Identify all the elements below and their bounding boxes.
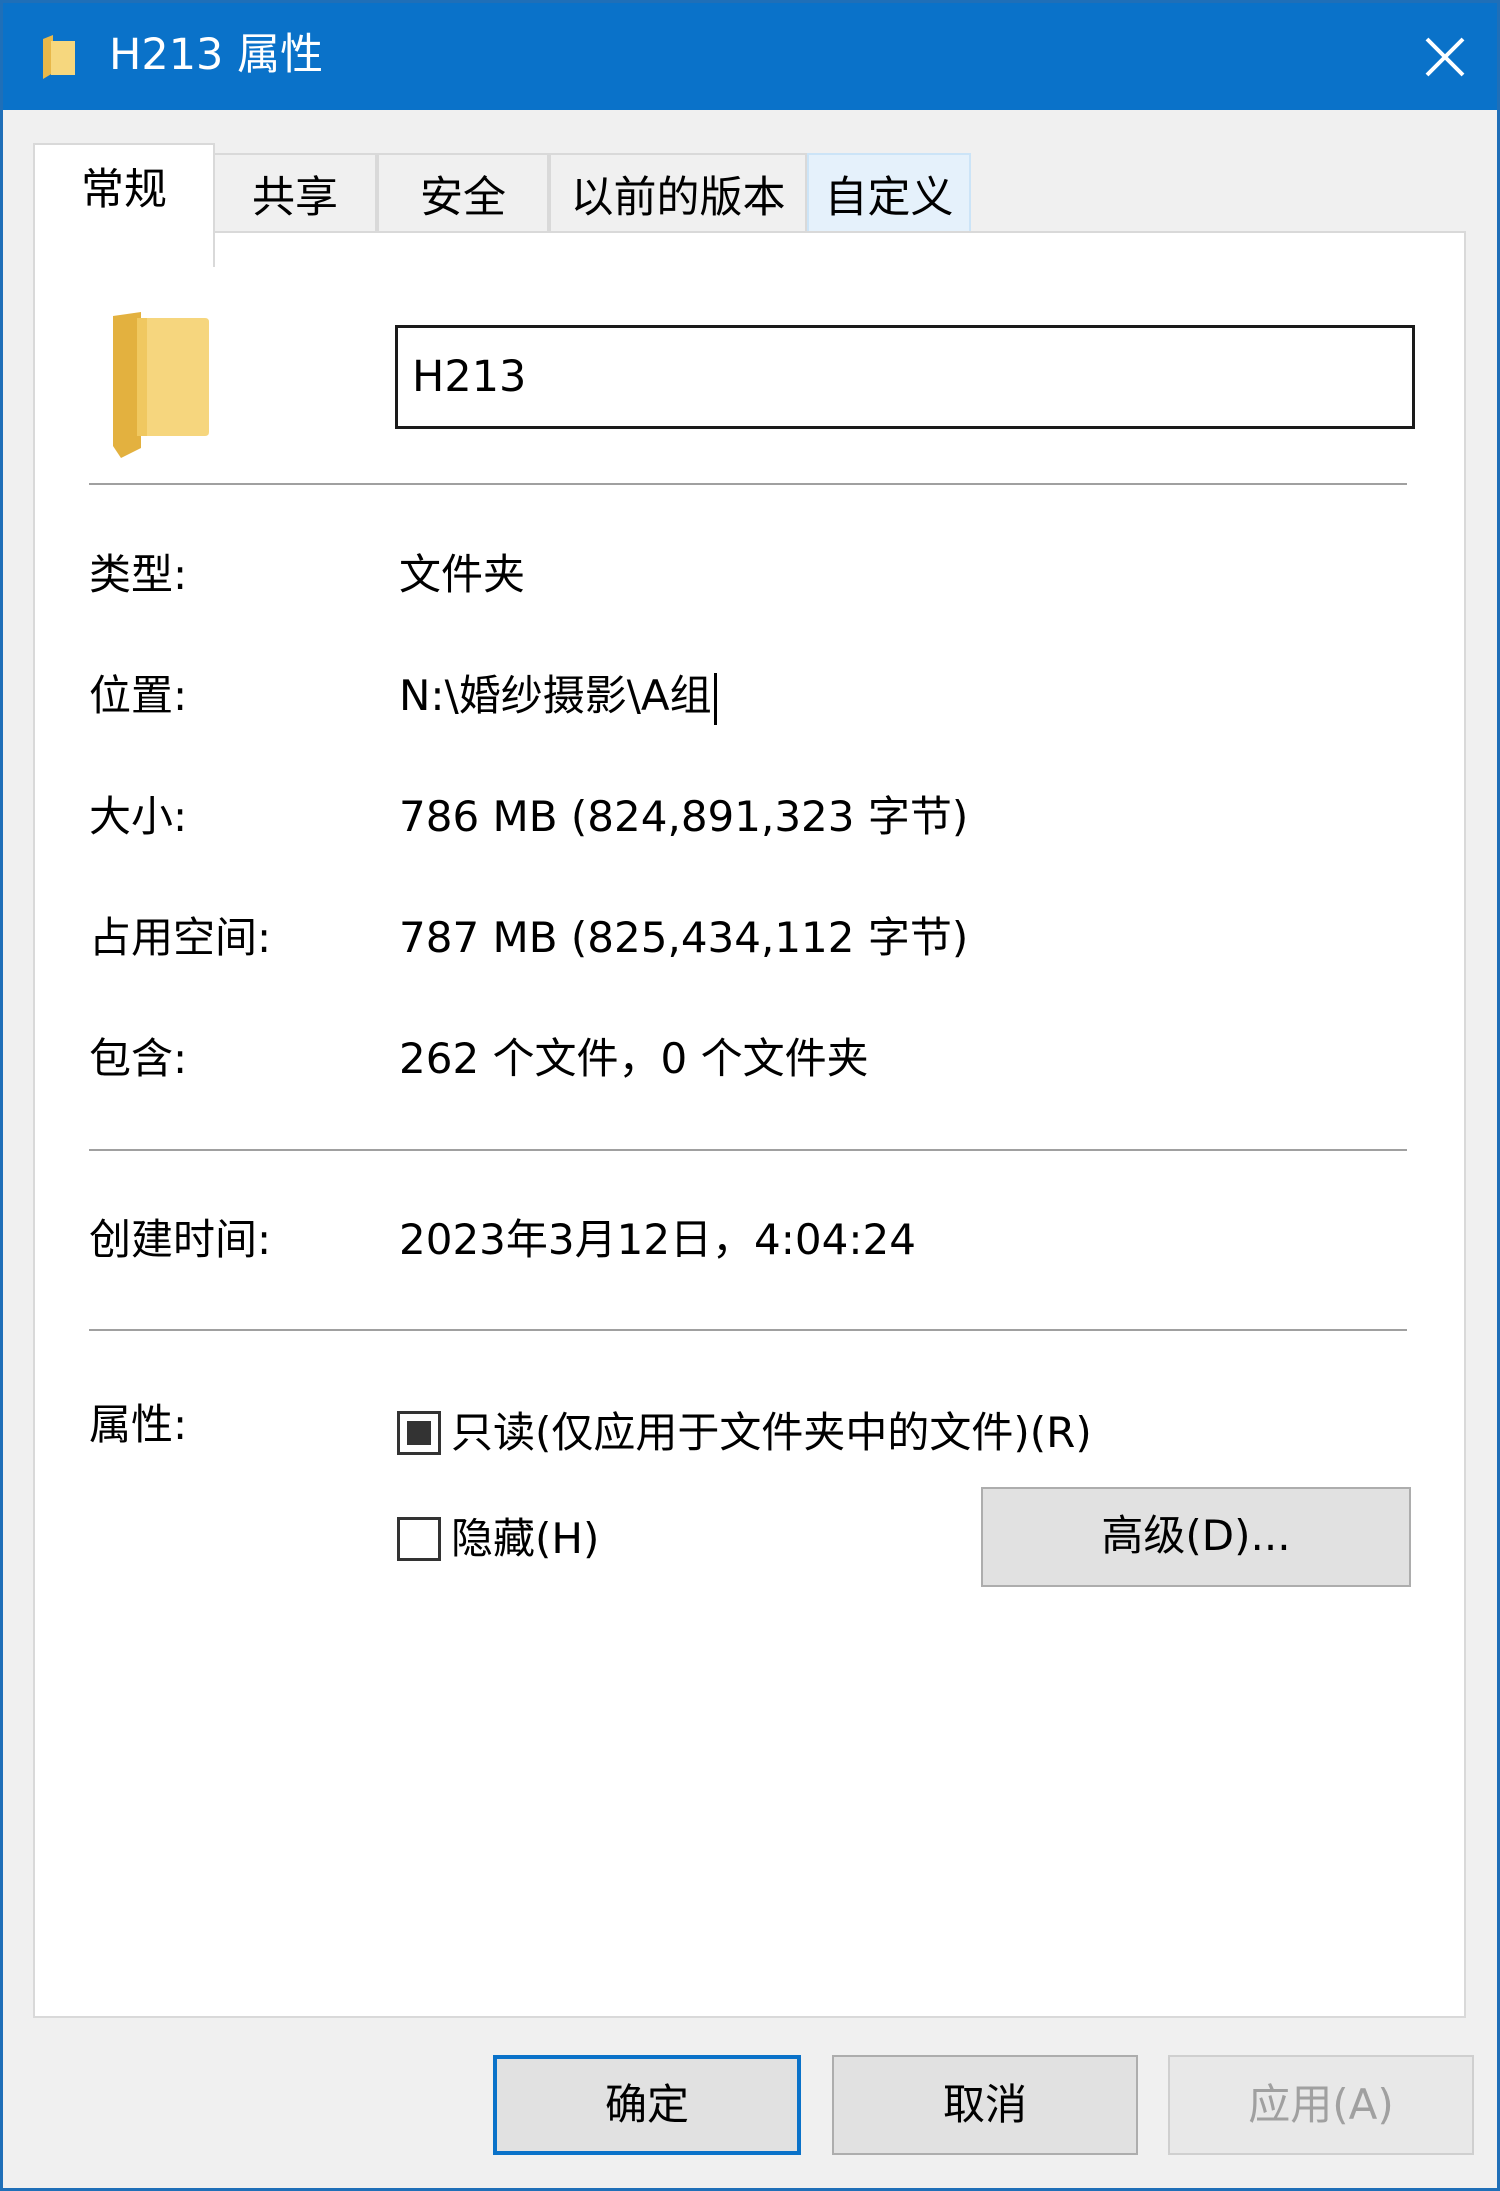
indeterminate-mark — [407, 1421, 431, 1445]
location-text: N:\婚纱摄影\A组 — [399, 671, 712, 720]
tab-previous-versions[interactable]: 以前的版本 — [549, 153, 807, 243]
tab-general[interactable]: 常规 — [33, 143, 215, 267]
readonly-checkbox[interactable] — [397, 1411, 441, 1455]
contains-value: 262 个文件，0 个文件夹 — [399, 1034, 869, 1083]
contains-label: 包含: — [89, 1034, 188, 1083]
text-cursor — [713, 672, 717, 725]
cancel-button[interactable]: 取消 — [832, 2055, 1138, 2155]
created-label: 创建时间: — [89, 1215, 272, 1264]
close-button[interactable] — [1392, 3, 1497, 110]
type-value: 文件夹 — [399, 550, 526, 599]
tab-sharing[interactable]: 共享 — [213, 153, 377, 243]
separator — [89, 1149, 1407, 1151]
hidden-checkbox[interactable] — [397, 1517, 441, 1561]
ok-button[interactable]: 确定 — [493, 2055, 801, 2155]
folder-name-input[interactable] — [395, 325, 1415, 429]
size-on-disk-label: 占用空间: — [89, 913, 272, 962]
separator — [89, 1329, 1407, 1331]
attributes-label: 属性: — [89, 1400, 188, 1449]
hidden-label[interactable]: 隐藏(H) — [451, 1509, 599, 1569]
title-bar[interactable]: H213 属性 — [3, 3, 1497, 110]
window-title: H213 属性 — [109, 30, 324, 80]
tab-customize[interactable]: 自定义 — [807, 153, 971, 243]
properties-dialog: H213 属性 常规 共享 安全 以前的版本 自定义 类型: 文件夹 位置: N… — [0, 0, 1500, 2191]
size-label: 大小: — [89, 792, 188, 841]
location-label: 位置: — [89, 671, 188, 720]
folder-icon — [43, 35, 75, 79]
general-tab-panel: 类型: 文件夹 位置: N:\婚纱摄影\A组 大小: 786 MB (824,8… — [33, 231, 1466, 2018]
location-value[interactable]: N:\婚纱摄影\A组 — [399, 666, 717, 726]
size-value: 786 MB (824,891,323 字节) — [399, 792, 969, 841]
tab-security[interactable]: 安全 — [377, 153, 549, 243]
advanced-button[interactable]: 高级(D)... — [981, 1487, 1411, 1587]
type-label: 类型: — [89, 550, 188, 599]
created-value: 2023年3月12日，4:04:24 — [399, 1215, 916, 1264]
apply-button: 应用(A) — [1168, 2055, 1474, 2155]
folder-icon — [113, 312, 209, 458]
readonly-label[interactable]: 只读(仅应用于文件夹中的文件)(R) — [451, 1403, 1092, 1463]
separator — [89, 483, 1407, 485]
size-on-disk-value: 787 MB (825,434,112 字节) — [399, 913, 969, 962]
close-icon — [1425, 37, 1464, 76]
